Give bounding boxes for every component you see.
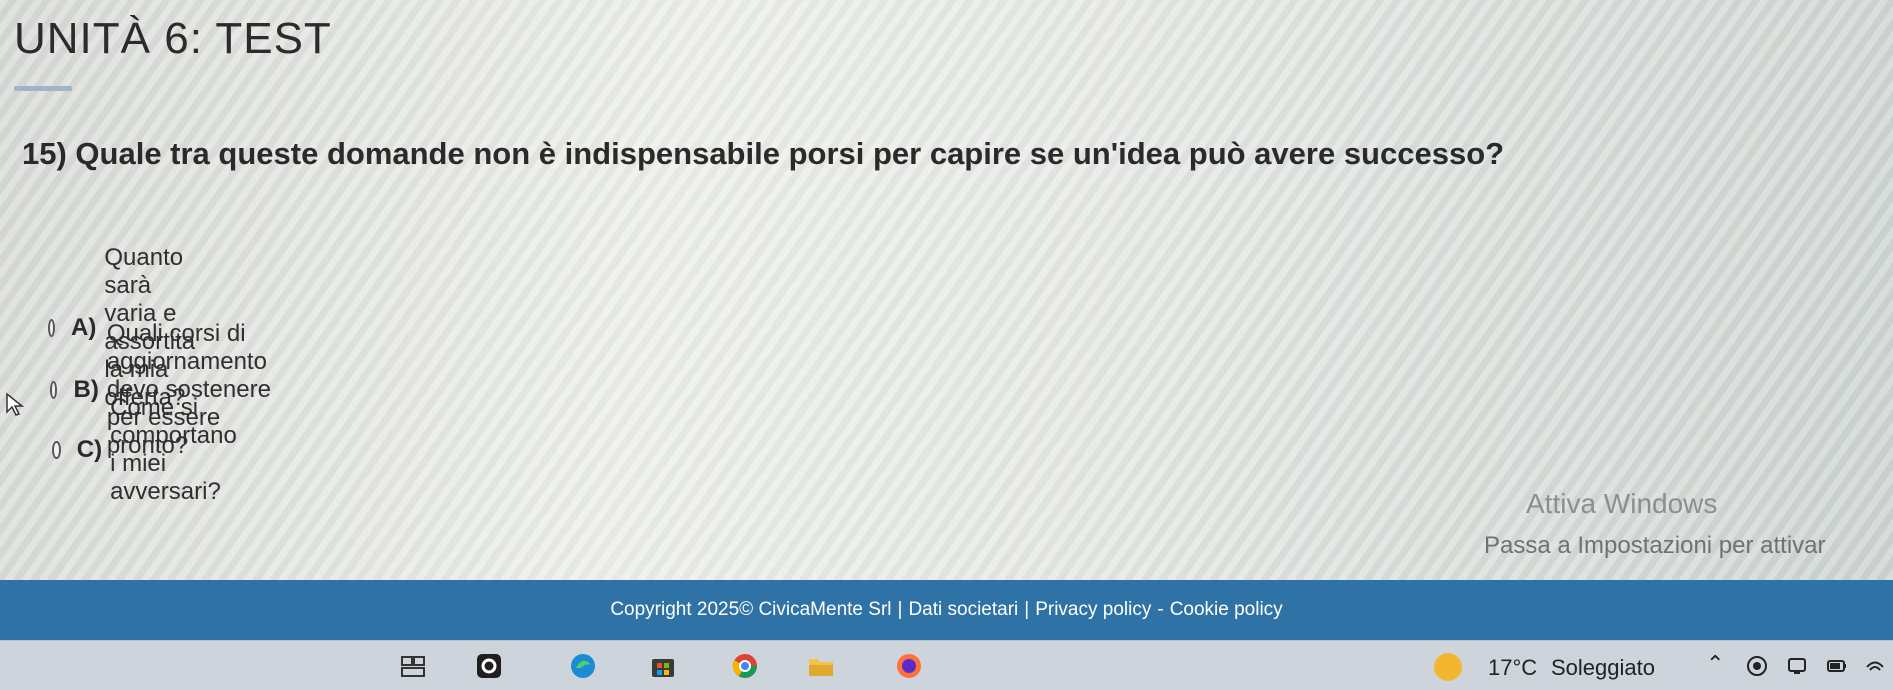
chrome-icon[interactable] (730, 651, 760, 681)
file-explorer-icon[interactable] (806, 651, 836, 681)
site-footer: Copyright 2025© CivicaMente Srl | Dati s… (0, 580, 1893, 640)
activate-windows-subtitle: Passa a Impostazioni per attivar (1484, 532, 1826, 559)
privacy-policy-link[interactable]: Privacy policy (1035, 599, 1151, 621)
option-letter: C) (76, 436, 103, 463)
page-title: UNITÀ 6: TEST (14, 14, 332, 63)
tray-battery-icon[interactable] (1826, 655, 1848, 677)
footer-separator: | (1024, 599, 1030, 620)
firefox-icon[interactable] (894, 651, 924, 681)
office-icon[interactable] (474, 651, 504, 681)
copyright-text: Copyright 2025© CivicaMente Srl (610, 599, 892, 620)
option-c[interactable]: C) Come si comportano i miei avversari? (52, 394, 246, 506)
windows-taskbar: 17°C Soleggiato ⌃ (0, 640, 1893, 690)
footer-dash: - (1157, 599, 1164, 620)
activate-windows-title: Attiva Windows (1526, 488, 1718, 519)
question-text: 15) Quale tra queste domande non è indis… (22, 136, 1505, 171)
weather-description[interactable]: Soleggiato (1551, 655, 1655, 681)
cookie-policy-link[interactable]: Cookie policy (1170, 599, 1283, 621)
tray-record-icon[interactable] (1746, 655, 1768, 677)
tray-chevron-up-icon[interactable]: ⌃ (1706, 651, 1724, 677)
task-view-icon[interactable] (398, 651, 428, 681)
tray-wifi-icon[interactable] (1864, 655, 1886, 677)
radio-button-c[interactable] (52, 441, 61, 459)
weather-temperature[interactable]: 17°C (1488, 655, 1537, 681)
dati-societari-link[interactable]: Dati societari (908, 599, 1018, 621)
footer-separator: | (897, 599, 903, 620)
tray-display-icon[interactable] (1786, 655, 1808, 677)
edge-icon[interactable] (568, 651, 598, 681)
mouse-cursor-icon (6, 392, 25, 416)
weather-sun-icon[interactable] (1434, 653, 1462, 681)
option-text: Come si comportano i miei avversari? (110, 394, 237, 505)
title-underline (14, 86, 72, 91)
store-icon[interactable] (648, 651, 678, 681)
quiz-page: UNITÀ 6: TEST 15) Quale tra queste doman… (0, 0, 1893, 580)
